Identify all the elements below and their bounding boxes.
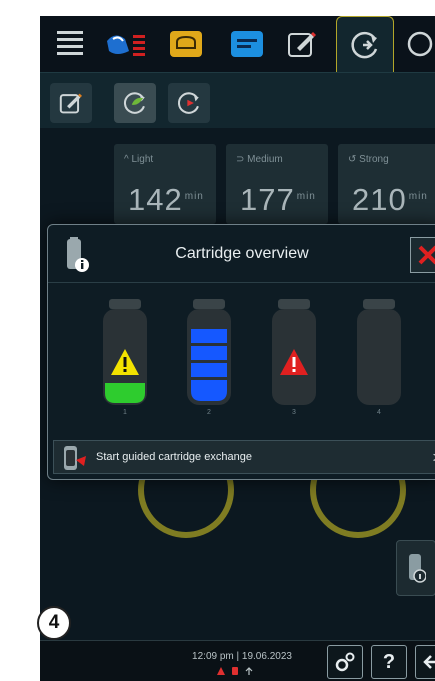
status-warning-icon [217,667,225,675]
cleaning-icon [107,35,145,56]
edit-icon [288,32,316,57]
cartridge-exchange-icon [64,446,86,470]
dialog-title: Cartridge overview [175,245,309,262]
program-tile-medium[interactable]: ⊃ Medium 177 min [226,144,328,224]
tab-cleaning[interactable] [102,20,152,68]
action-icon [60,444,88,477]
care-refresh-button[interactable] [114,83,156,123]
cartridge-4[interactable]: 4 [357,299,401,416]
care-forward-icon [177,92,199,114]
more-icon [407,31,433,57]
program-duration: 210 min [352,182,428,217]
tab-care[interactable] [336,16,394,72]
cartridge-number: 2 [207,409,211,416]
cartridge-number: 4 [377,409,381,416]
care-icon [351,31,378,58]
cartridge-1[interactable]: 1 [103,299,147,416]
tab-more[interactable] [400,20,435,68]
care-refresh-icon [123,92,145,114]
cartridge-number: 3 [292,409,296,416]
program-label: ^ Light [124,154,154,165]
program-tile-strong[interactable]: ↺ Strong 210 min [338,144,435,224]
cartridge-icon [103,299,147,405]
cartridge-info-icon [409,554,426,583]
cartridge-3[interactable]: 3 [272,299,316,416]
oven-display: ^ Light 142 min ⊃ Medium 177 min ↺ Strong … [40,16,435,681]
edit-icon [59,93,82,114]
start-cartridge-exchange-button[interactable]: Start guided cartridge exchange > [53,440,435,474]
close-button[interactable] [410,237,435,273]
bottom-bar: 12:09 pm | 19.06.2023 ? [40,640,435,681]
tab-edit[interactable] [280,20,324,68]
action-label: Start guided cartridge exchange [96,451,252,463]
program-duration: 177 min [240,182,316,217]
cartridge-icon [272,299,316,405]
date-time-display: 12:09 pm | 19.06.2023 [192,651,292,662]
help-button[interactable]: ? [371,645,407,679]
cartridge-overview-dialog: Cartridge overview 1 2 3 4 Start guided … [47,224,435,480]
care-forward-button[interactable] [168,83,210,123]
cartridge-info-button[interactable] [396,540,435,596]
card-icon [231,31,263,57]
program-tile-light[interactable]: ^ Light 142 min [114,144,216,224]
tab-menu[interactable] [48,20,92,68]
tab-card[interactable] [224,20,270,68]
settings-gears-icon [335,652,355,672]
program-duration: 142 min [128,182,204,217]
tab-baking[interactable] [163,20,209,68]
program-label: ⊃ Medium [236,154,283,165]
cartridge-icon [187,299,231,405]
status-cartridge-icon [232,667,238,675]
baking-icon [170,31,202,57]
step-number-badge: 4 [37,606,71,640]
dialog-header: Cartridge overview [48,225,435,283]
menu-lines-icon [57,31,83,55]
status-icons [216,666,254,676]
edit-button[interactable] [50,83,92,123]
close-x-icon [418,245,435,265]
sub-toolbar [40,72,435,128]
back-button[interactable] [415,645,435,679]
top-tab-bar [40,16,435,72]
back-arrow-icon [423,655,435,669]
program-label: ↺ Strong [348,154,389,165]
settings-button[interactable] [327,645,363,679]
cartridge-2[interactable]: 2 [187,299,231,416]
status-signal-icon [245,667,253,675]
cartridge-number: 1 [123,409,127,416]
cartridge-icon [357,299,401,405]
